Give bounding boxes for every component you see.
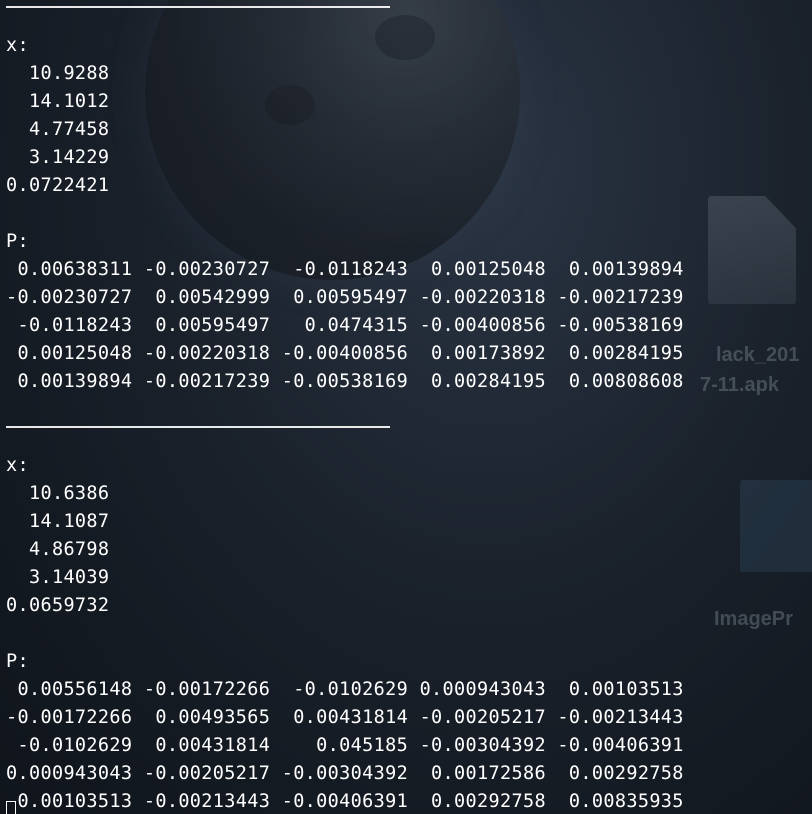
terminal-line: 3.14039 bbox=[6, 567, 110, 588]
terminal-line: -0.00172266 0.00493565 0.00431814 -0.002… bbox=[6, 707, 684, 728]
terminal-line: -0.00230727 0.00542999 0.00595497 -0.002… bbox=[6, 287, 684, 308]
terminal-line: 0.0659732 bbox=[6, 595, 110, 616]
terminal-line: 0.000943043 -0.00205217 -0.00304392 0.00… bbox=[6, 763, 684, 784]
terminal-line: 0.00139894 -0.00217239 -0.00538169 0.002… bbox=[6, 371, 684, 392]
terminal-line: 0.00125048 -0.00220318 -0.00400856 0.001… bbox=[6, 343, 684, 364]
terminal-line: 3.14229 bbox=[6, 147, 110, 168]
terminal-line: 14.1012 bbox=[6, 91, 110, 112]
terminal-line: 4.86798 bbox=[6, 539, 110, 560]
terminal-line: -0.0118243 0.00595497 0.0474315 -0.00400… bbox=[6, 315, 684, 336]
terminal-cursor bbox=[6, 801, 16, 814]
separator-line bbox=[6, 424, 812, 452]
terminal-line: P: bbox=[6, 231, 29, 252]
terminal-line: 0.00638311 -0.00230727 -0.0118243 0.0012… bbox=[6, 259, 684, 280]
terminal-line: 14.1087 bbox=[6, 511, 110, 532]
terminal-line: 0.0722421 bbox=[6, 175, 110, 196]
terminal-line: 10.9288 bbox=[6, 63, 110, 84]
terminal-output[interactable]: x: 10.9288 14.1012 4.77458 3.14229 0.0722… bbox=[6, 4, 812, 814]
terminal-line: 10.6386 bbox=[6, 483, 110, 504]
terminal-line: P: bbox=[6, 651, 29, 672]
separator-line bbox=[6, 4, 812, 32]
terminal-line: 0.00103513 -0.00213443 -0.00406391 0.002… bbox=[6, 791, 684, 812]
terminal-line: -0.0102629 0.00431814 0.045185 -0.003043… bbox=[6, 735, 684, 756]
terminal-line: 0.00556148 -0.00172266 -0.0102629 0.0009… bbox=[6, 679, 684, 700]
terminal-line: 4.77458 bbox=[6, 119, 110, 140]
terminal-line: x: bbox=[6, 455, 29, 476]
terminal-line: x: bbox=[6, 35, 29, 56]
